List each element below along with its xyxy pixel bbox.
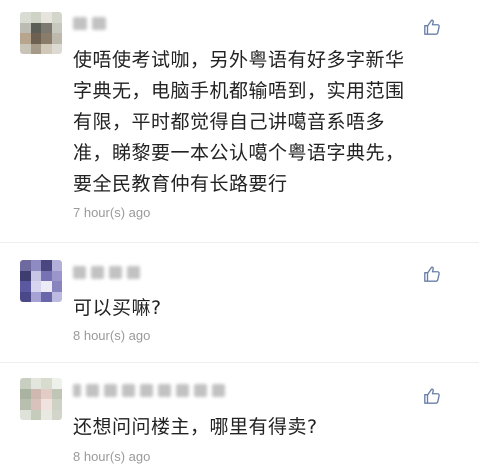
username[interactable] [73, 263, 140, 281]
avatar[interactable] [20, 378, 62, 420]
thumbs-up-icon[interactable] [423, 387, 441, 405]
username[interactable] [73, 14, 106, 32]
avatar[interactable] [20, 260, 62, 302]
comment-item: 还想问问楼主，哪里有得卖? 8 hour(s) ago [0, 363, 479, 469]
comment-text: 使唔使考试咖，另外粤语有好多字新华 字典无，电脑手机都输唔到，实用范围 有限，平… [73, 49, 405, 195]
comment-text: 还想问问楼主，哪里有得卖? [73, 416, 318, 438]
comment-item: 可以买嘛? 8 hour(s) ago [0, 243, 479, 363]
comment-list: 使唔使考试咖，另外粤语有好多字新华 字典无，电脑手机都输唔到，实用范围 有限，平… [0, 0, 479, 469]
thumbs-up-icon[interactable] [423, 18, 441, 36]
comment-time: 8 hour(s) ago [73, 449, 151, 464]
thumbs-up-icon[interactable] [423, 265, 441, 283]
comment-time: 7 hour(s) ago [73, 205, 151, 220]
username[interactable] [73, 381, 225, 399]
comment-time: 8 hour(s) ago [73, 328, 151, 343]
comment-item: 使唔使考试咖，另外粤语有好多字新华 字典无，电脑手机都输唔到，实用范围 有限，平… [0, 0, 479, 240]
comment-text: 可以买嘛? [73, 297, 162, 319]
avatar[interactable] [20, 12, 62, 54]
